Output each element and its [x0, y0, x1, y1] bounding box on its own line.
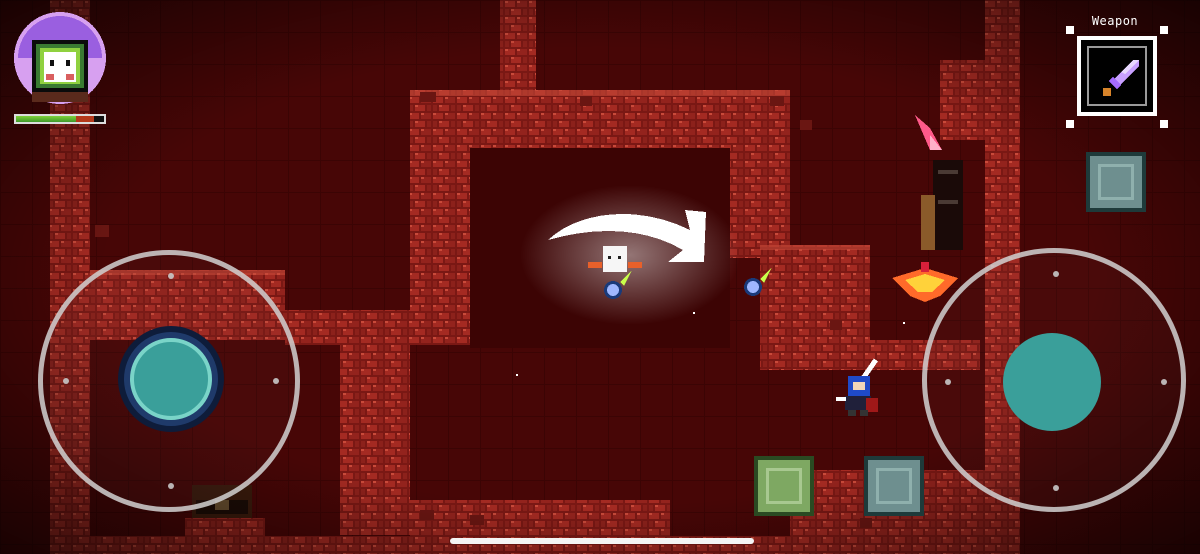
health-missing [76, 116, 94, 122]
empty-slot-icon [876, 468, 912, 504]
weapon-slot[interactable] [1077, 36, 1157, 116]
weapon-bracket-tl [1066, 26, 1074, 34]
weapon-bracket-br [1160, 120, 1168, 128]
skill-slot-right[interactable] [1086, 152, 1146, 212]
health-fill [16, 116, 76, 122]
empty-slot-icon [1098, 164, 1134, 200]
joystick-marker [63, 378, 69, 384]
player-portrait [14, 12, 106, 104]
skill-slot-bottom-left[interactable] [754, 456, 814, 516]
skill-slot-bottom-right[interactable] [864, 456, 924, 516]
weapon-slot-frame [1087, 46, 1147, 106]
knob-face [130, 338, 212, 420]
move-joystick-knob[interactable] [118, 326, 224, 432]
empty-slot-icon [766, 468, 802, 504]
joystick-marker [1053, 271, 1059, 277]
home-indicator[interactable] [450, 538, 754, 544]
joystick-marker [1053, 485, 1059, 491]
joystick-marker [168, 273, 174, 279]
attack-joystick-knob[interactable] [1003, 333, 1101, 431]
weapon-label: Weapon [1091, 14, 1139, 28]
attack-joystick[interactable] [922, 248, 1186, 512]
joystick-marker [1161, 379, 1167, 385]
joystick-marker [945, 379, 951, 385]
weapon-bracket-tr [1160, 26, 1168, 34]
weapon-bracket-bl [1066, 120, 1074, 128]
sword-icon [1103, 60, 1139, 96]
joystick-marker [273, 378, 279, 384]
move-joystick[interactable] [38, 250, 300, 512]
joystick-marker [168, 483, 174, 489]
health-bar [14, 114, 106, 124]
